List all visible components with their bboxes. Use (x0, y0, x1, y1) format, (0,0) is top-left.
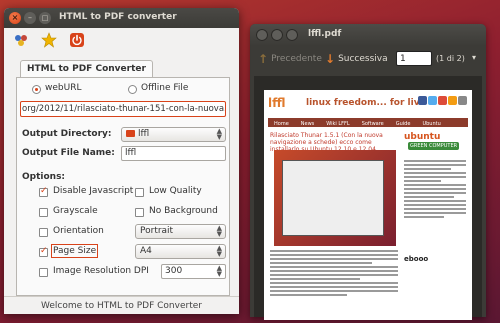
viewer-toolbar: ↑ Precedente ↓ Successiva 1 (1 di 2) ▾ (250, 46, 486, 74)
arrow-up-icon: ↑ (258, 52, 269, 66)
tab-html-to-pdf[interactable]: HTML to PDF Converter (20, 60, 153, 77)
image-dpi-spinner[interactable]: 300 ▲ ▼ (161, 264, 226, 279)
output-directory-label: Output Directory: (22, 129, 112, 139)
facebook-icon (418, 96, 427, 105)
weburl-label: webURL (45, 83, 82, 93)
no-background-checkbox[interactable] (135, 208, 144, 217)
options-label: Options: (22, 172, 66, 182)
maximize-icon[interactable]: □ (39, 12, 51, 24)
arrow-down-icon: ↓ (325, 52, 336, 66)
page-sidebar: ubuntuGREEN COMPUTER (404, 132, 466, 220)
spin-arrows-icon: ▲ ▼ (216, 244, 222, 258)
viewer-maximize-icon[interactable] (286, 29, 298, 41)
tools-icon (15, 35, 27, 46)
disable-javascript-checkbox[interactable] (39, 186, 48, 197)
minimize-icon[interactable]: – (24, 12, 36, 24)
page-size-checkbox[interactable] (39, 246, 48, 257)
pdf-page: lffl linux freedom... for live Home News W… (264, 90, 472, 320)
low-quality-label: Low Quality (149, 186, 202, 196)
converter-panel: webURL Offline File org/2012/11/rilascia… (16, 77, 230, 296)
page-size-select[interactable]: A4 ▲ ▼ (135, 244, 226, 259)
favorite-button[interactable] (40, 31, 58, 49)
url-input[interactable]: org/2012/11/rilasciato-thunar-151-con-la… (20, 101, 226, 117)
app-titlebar[interactable]: × – □ HTML to PDF converter (4, 8, 239, 28)
folder-icon (126, 130, 135, 137)
page-count-label: (1 di 2) (436, 54, 465, 63)
mail-icon (458, 96, 467, 105)
offline-file-radio[interactable] (128, 85, 137, 94)
orientation-select[interactable]: Portrait ▲ ▼ (135, 224, 226, 239)
viewer-title: lffl.pdf (308, 29, 342, 39)
orientation-label: Orientation (53, 226, 104, 236)
image-dpi-label: Image Resolution DPI (53, 266, 149, 276)
site-logo: lffl (268, 96, 286, 110)
article-body (270, 250, 398, 298)
twitter-icon (428, 96, 437, 105)
quit-button[interactable] (68, 31, 86, 49)
output-directory-select[interactable]: lffl ▲ ▼ (121, 127, 226, 142)
ebook-banner: ebooo (404, 255, 429, 263)
low-quality-checkbox[interactable] (135, 188, 144, 197)
next-page-button[interactable]: ↓ Successiva (325, 52, 388, 66)
previous-page-button[interactable]: ↑ Precedente (258, 52, 322, 66)
spin-arrows-icon: ▲ ▼ (216, 224, 222, 238)
settings-button[interactable] (12, 31, 30, 49)
orientation-checkbox[interactable] (39, 228, 48, 237)
window-title: HTML to PDF converter (59, 12, 177, 22)
app-toolbar (4, 28, 239, 52)
page-nav: Home News Wiki LFFL Software Guide Ubuntu (268, 118, 468, 127)
weburl-radio[interactable] (32, 85, 41, 94)
power-icon (70, 33, 84, 47)
pdf-viewer-window: lffl.pdf ↑ Precedente ↓ Successiva 1 (1 di… (250, 24, 486, 320)
star-icon (41, 32, 57, 48)
output-file-name-label: Output File Name: (22, 148, 115, 158)
page-number-input[interactable]: 1 (396, 51, 432, 66)
output-file-name-input[interactable]: lffl (121, 146, 226, 161)
rss-icon (448, 96, 457, 105)
image-dpi-checkbox[interactable] (39, 268, 48, 277)
gplus-icon (438, 96, 447, 105)
page-size-label: Page Size (50, 244, 99, 258)
close-icon[interactable]: × (9, 12, 21, 24)
page-header: lffl linux freedom... for live (268, 94, 468, 116)
spin-arrows-icon[interactable]: ▲ ▼ (217, 265, 222, 278)
no-background-label: No Background (149, 206, 218, 216)
article-screenshot (274, 150, 396, 246)
viewer-close-icon[interactable] (256, 29, 268, 41)
viewer-titlebar[interactable]: lffl.pdf (250, 24, 486, 46)
offline-file-label: Offline File (141, 83, 189, 93)
grayscale-checkbox[interactable] (39, 208, 48, 217)
grayscale-label: Grayscale (53, 206, 98, 216)
site-slogan: linux freedom... for live (306, 98, 426, 108)
converter-window: × – □ HTML to PDF converter HTML to PDF … (4, 8, 239, 314)
viewer-menu-dropdown-icon[interactable]: ▾ (472, 53, 476, 62)
disable-javascript-label: Disable Javascript (53, 186, 134, 196)
spin-arrows-icon: ▲ ▼ (216, 127, 222, 141)
social-icons (418, 96, 468, 108)
status-bar: Welcome to HTML to PDF Converter (4, 296, 239, 315)
tab-bar: HTML to PDF Converter (20, 60, 153, 77)
viewer-minimize-icon[interactable] (271, 29, 283, 41)
document-canvas[interactable]: lffl linux freedom... for live Home News W… (254, 76, 482, 320)
